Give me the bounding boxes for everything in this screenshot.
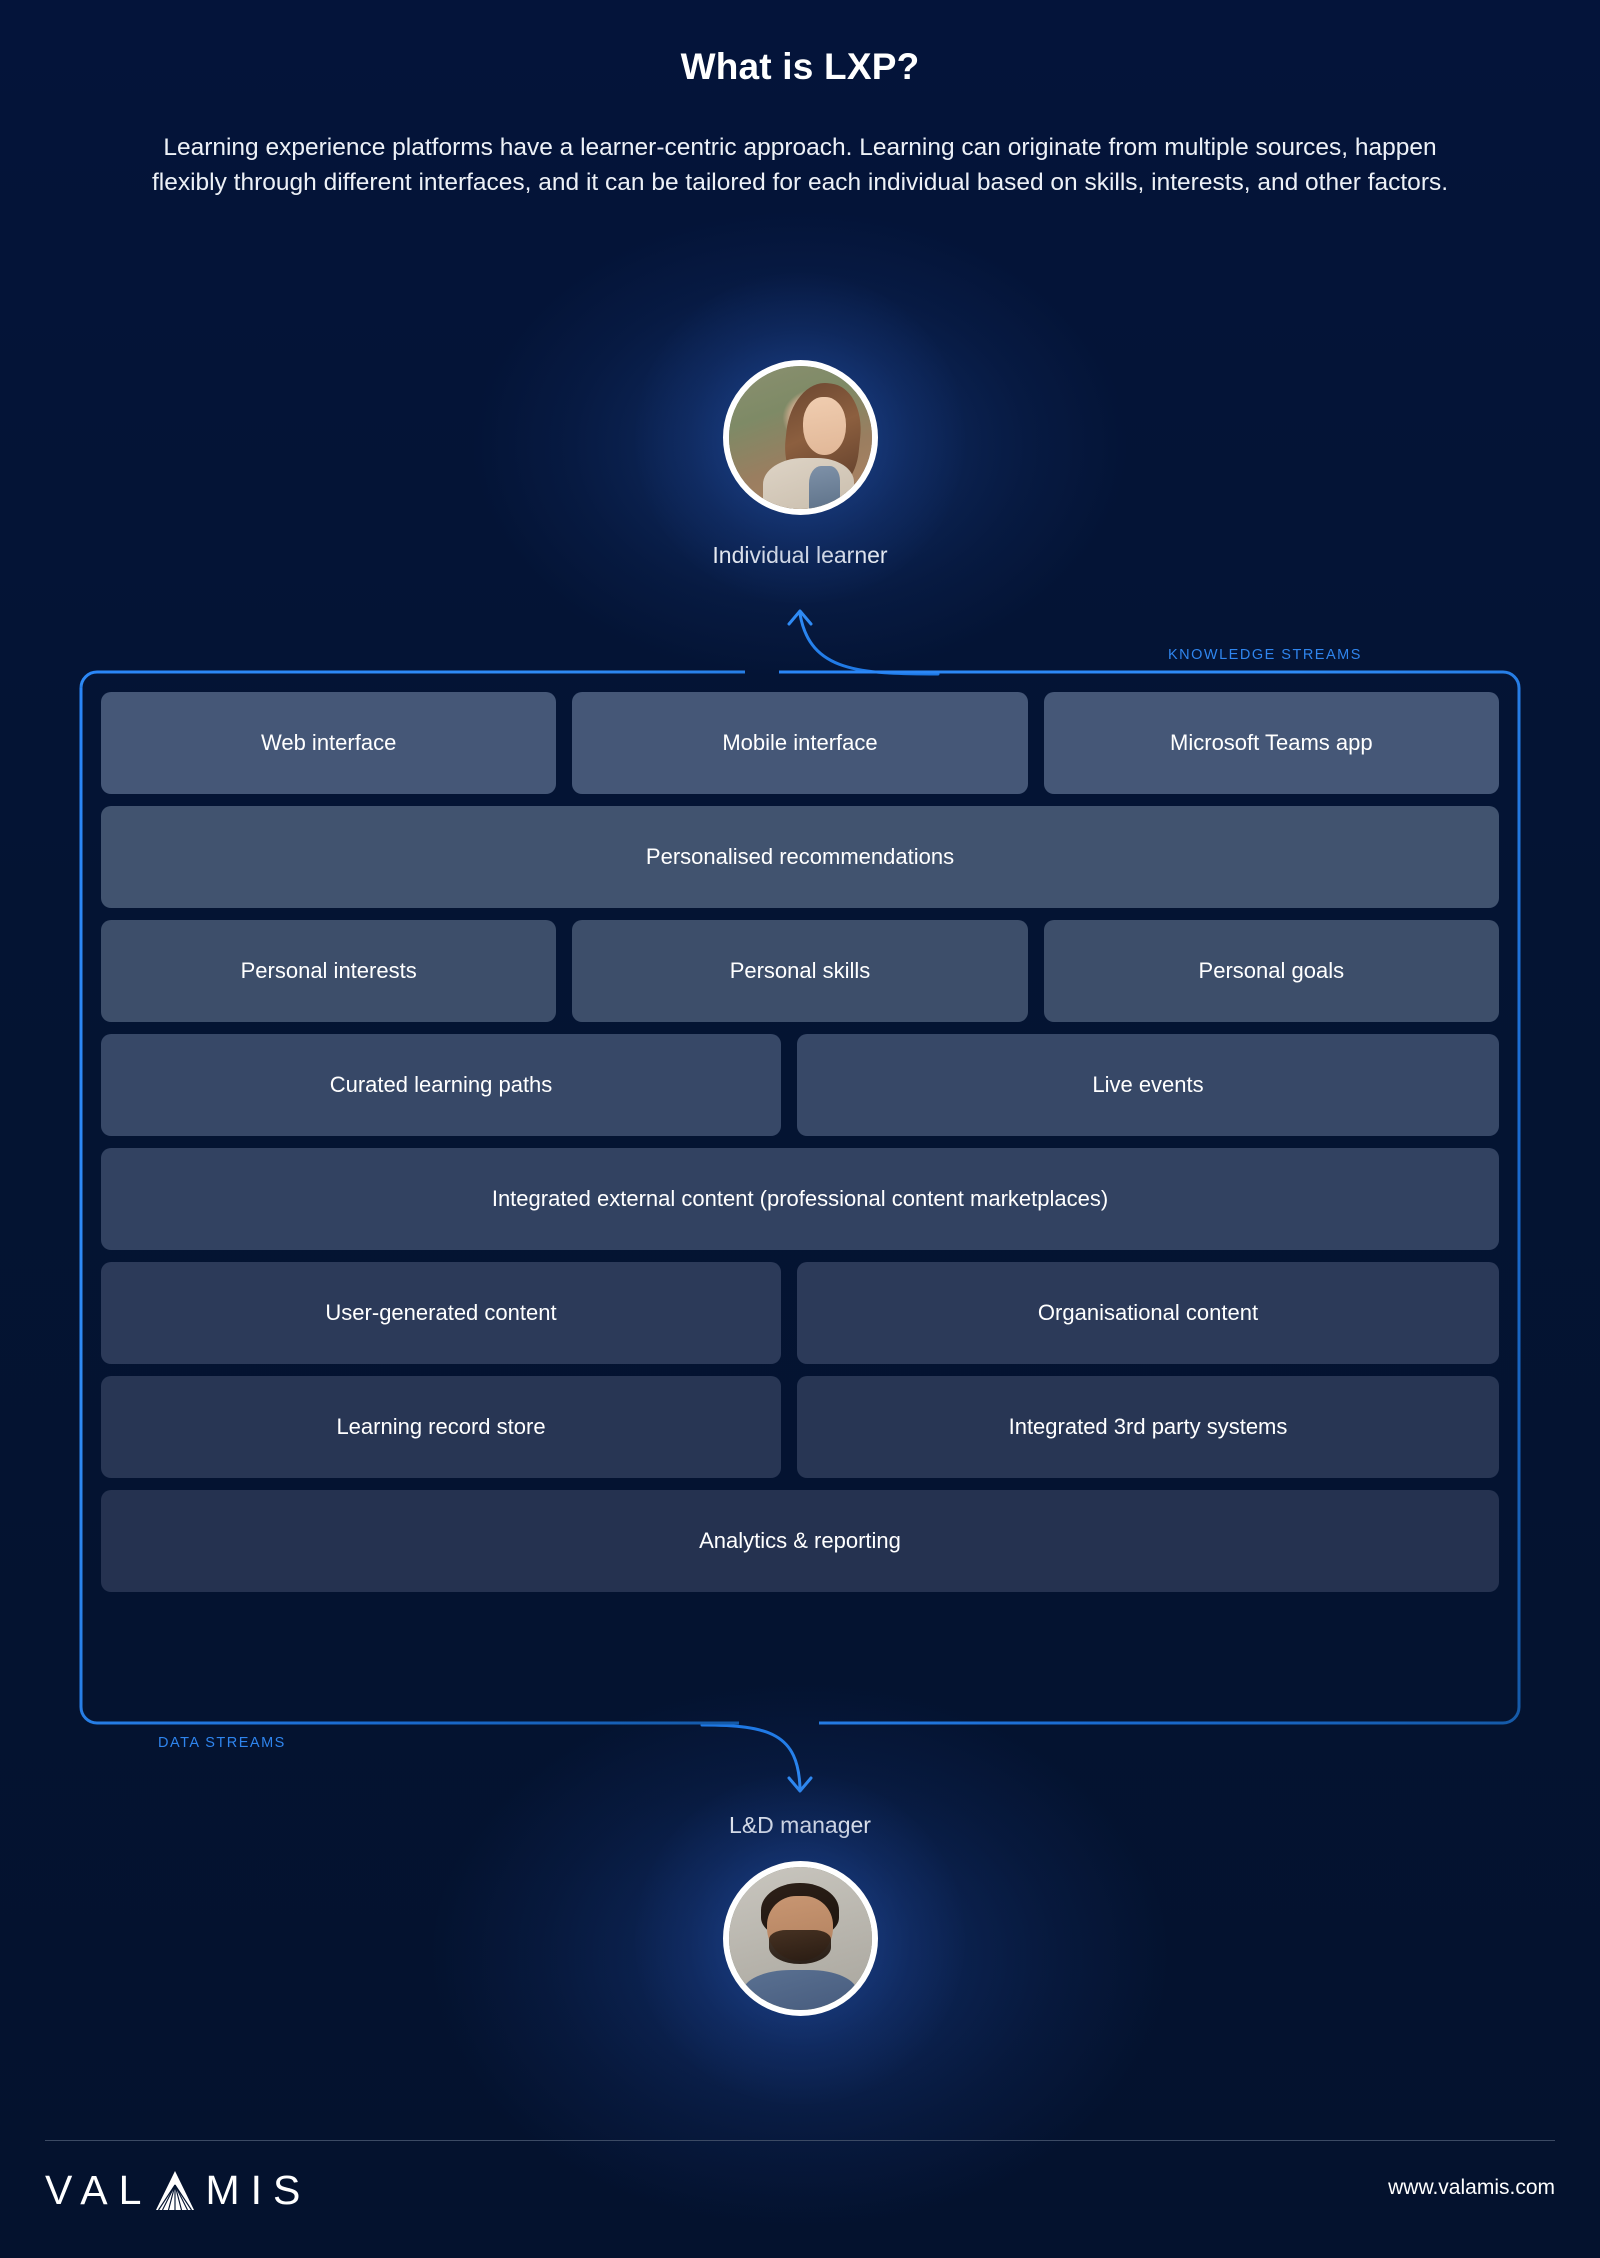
diagram-row: Curated learning paths Live events (101, 1034, 1499, 1136)
header: What is LXP? Learning experience platfor… (0, 45, 1600, 200)
knowledge-streams-label: KNOWLEDGE STREAMS (1168, 647, 1362, 663)
footer-divider (45, 2140, 1555, 2141)
diagram-row: Personal interests Personal skills Persona… (101, 920, 1499, 1022)
feature-box[interactable]: Curated learning paths (101, 1034, 781, 1136)
persona-individual-learner: Individual learner (0, 272, 1600, 603)
logo-text-part-2: MIS (205, 2167, 312, 2213)
diagram-row: Analytics & reporting (101, 1490, 1499, 1592)
persona-ld-manager: L&D manager (0, 1773, 1600, 2104)
logo-text-part-1: VAL (45, 2167, 153, 2213)
avatar-ld-manager (722, 1861, 878, 2016)
footer: VAL MIS www.valamis.com (45, 2158, 1555, 2218)
data-streams-label: DATA STREAMS (158, 1735, 286, 1751)
avatar-wrapper-manager (635, 1773, 965, 2104)
lxp-platform-container: Web interface Mobile interface Microsoft T… (79, 670, 1521, 1725)
diagram-row: Learning record store Integrated 3rd part… (101, 1376, 1499, 1478)
feature-box[interactable]: Personal skills (572, 920, 1028, 1022)
persona-label-manager: L&D manager (729, 1812, 871, 1838)
avatar-individual-learner (722, 360, 878, 515)
feature-box[interactable]: Integrated 3rd party systems (797, 1376, 1499, 1478)
diagram-rows: Web interface Mobile interface Microsoft T… (101, 692, 1499, 1592)
valamis-a-mark-icon (156, 2171, 195, 2211)
avatar-wrapper-learner (635, 272, 965, 603)
feature-box[interactable]: Web interface (101, 692, 557, 794)
feature-box[interactable]: Personalised recommendations (101, 806, 1499, 908)
feature-box[interactable]: Organisational content (797, 1262, 1499, 1364)
diagram-row: Integrated external content (professiona… (101, 1148, 1499, 1250)
feature-box[interactable]: Live events (797, 1034, 1499, 1136)
valamis-logo: VAL MIS (45, 2165, 311, 2211)
feature-box[interactable]: Mobile interface (572, 692, 1028, 794)
feature-box[interactable]: Learning record store (101, 1376, 781, 1478)
persona-label-learner: Individual learner (712, 542, 888, 568)
feature-box[interactable]: Microsoft Teams app (1043, 692, 1499, 794)
diagram-row: User-generated content Organisational con… (101, 1262, 1499, 1364)
footer-website-url[interactable]: www.valamis.com (1388, 2176, 1555, 2200)
infographic-page: What is LXP? Learning experience platfor… (0, 0, 1600, 2258)
feature-box[interactable]: Analytics & reporting (101, 1490, 1499, 1592)
feature-box[interactable]: Personal goals (1043, 920, 1499, 1022)
woman-portrait-icon (728, 366, 872, 509)
page-subtitle: Learning experience platforms have a lea… (151, 134, 1449, 196)
man-portrait-icon (728, 1867, 872, 2010)
page-title: What is LXP? (680, 46, 920, 87)
feature-box[interactable]: Personal interests (101, 920, 557, 1022)
diagram-row: Personalised recommendations (101, 806, 1499, 908)
diagram-row: Web interface Mobile interface Microsoft T… (101, 692, 1499, 794)
feature-box[interactable]: User-generated content (101, 1262, 781, 1364)
feature-box[interactable]: Integrated external content (professiona… (101, 1148, 1499, 1250)
